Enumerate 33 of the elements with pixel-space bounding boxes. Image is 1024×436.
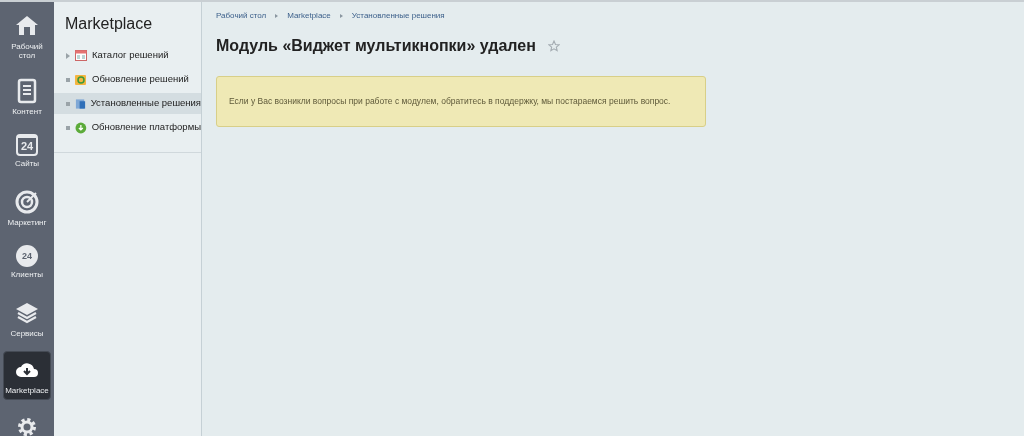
catalog-icon — [75, 50, 87, 61]
nav-item[interactable]: 24 Сайты — [3, 129, 51, 175]
sidebar-item-label: Обновление платформы — [91, 120, 201, 135]
page-title: Модуль «Виджет мультикнопки» удален — [216, 36, 536, 56]
breadcrumb-link[interactable]: Рабочий стол — [216, 10, 267, 22]
favorite-star-icon[interactable] — [547, 40, 560, 52]
calendar-icon: 24 — [16, 134, 38, 156]
nav-item[interactable]: Marketplace — [3, 351, 51, 400]
notice-text: Если у Вас возникли вопросы при работе с модулем, обратитесь в поддержку, мы постараемся решить вопрос. — [229, 95, 671, 108]
nav-item[interactable]: Маркетинг — [3, 184, 51, 231]
sidebar-item[interactable]: Каталог решений — [54, 45, 201, 66]
badge-icon: 24 — [16, 245, 38, 267]
breadcrumb-separator-icon — [275, 14, 279, 18]
sidebar-item[interactable]: Обновление решений — [54, 69, 201, 90]
bullet-icon — [66, 77, 70, 82]
breadcrumb-separator-icon — [339, 14, 343, 18]
nav-item[interactable]: Сервисы — [3, 295, 51, 342]
sidebar-item-label: Обновление решений — [92, 72, 189, 87]
nav-item[interactable]: 24 Клиенты — [3, 240, 51, 286]
sidebar-title: Marketplace — [64, 14, 154, 34]
nav-item[interactable]: Контент — [3, 73, 51, 120]
sidebar-item-label: Каталог решений — [92, 48, 169, 63]
breadcrumb-link[interactable]: Установленные решения — [351, 10, 445, 22]
breadcrumb-link[interactable]: Marketplace — [287, 10, 331, 22]
target-icon — [14, 189, 40, 215]
bullet-icon — [66, 101, 70, 106]
nav-item[interactable]: Рабочий стол — [3, 8, 51, 64]
expand-arrow-icon — [66, 52, 70, 59]
layers-icon — [14, 300, 40, 326]
bullet-icon — [66, 125, 70, 130]
sidebar-item-label: Установленные решения — [90, 96, 201, 111]
sidebar-item[interactable]: Установленные решения — [54, 93, 201, 114]
sidebar-item[interactable]: Обновление платформы — [54, 117, 201, 138]
